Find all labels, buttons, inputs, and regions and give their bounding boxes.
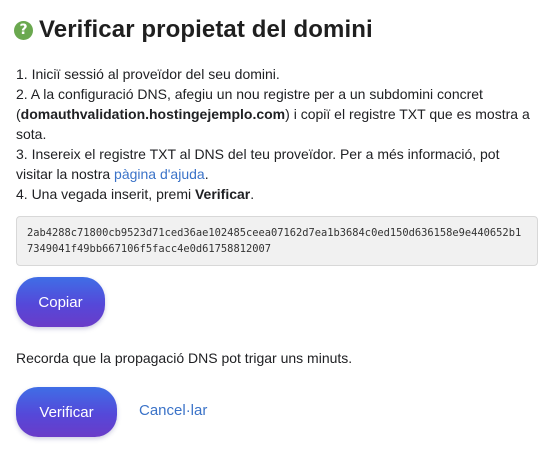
step-3: 3. Insereix el registre TXT al DNS del t…: [16, 144, 538, 184]
step-4-text-end: .: [250, 186, 255, 202]
step-4-verify-word: Verificar: [194, 186, 251, 202]
propagation-note: Recorda que la propagació DNS pot trigar…: [16, 350, 353, 366]
copy-button[interactable]: Copiar: [16, 277, 105, 327]
page-title: Verificar propietat del domini: [39, 16, 373, 43]
step-4-text: 4. Una vegada inserit, premi: [16, 186, 195, 202]
instructions: 1. Iniciï sessió al proveïdor del seu do…: [16, 64, 538, 204]
help-icon: ?: [14, 20, 33, 40]
step-3-text: 3. Insereix el registre TXT al DNS del t…: [16, 146, 500, 182]
cancel-link[interactable]: Cancel·lar: [139, 402, 207, 419]
step-2-domain: domauthvalidation.hostingejemplo.com: [20, 106, 286, 122]
step-4: 4. Una vegada inserit, premi Verificar.: [16, 184, 538, 204]
txt-record-box[interactable]: 2ab4288c71800cb9523d71ced36ae102485ceea0…: [16, 216, 538, 266]
verify-button[interactable]: Verificar: [16, 387, 117, 437]
step-2: 2. A la configuració DNS, afegiu un nou …: [16, 84, 538, 144]
step-1: 1. Iniciï sessió al proveïdor del seu do…: [16, 66, 280, 82]
help-page-link[interactable]: pàgina d'ajuda: [114, 166, 205, 182]
page-header: ? Verificar propietat del domini: [14, 16, 373, 44]
step-3-text-end: .: [204, 166, 209, 182]
